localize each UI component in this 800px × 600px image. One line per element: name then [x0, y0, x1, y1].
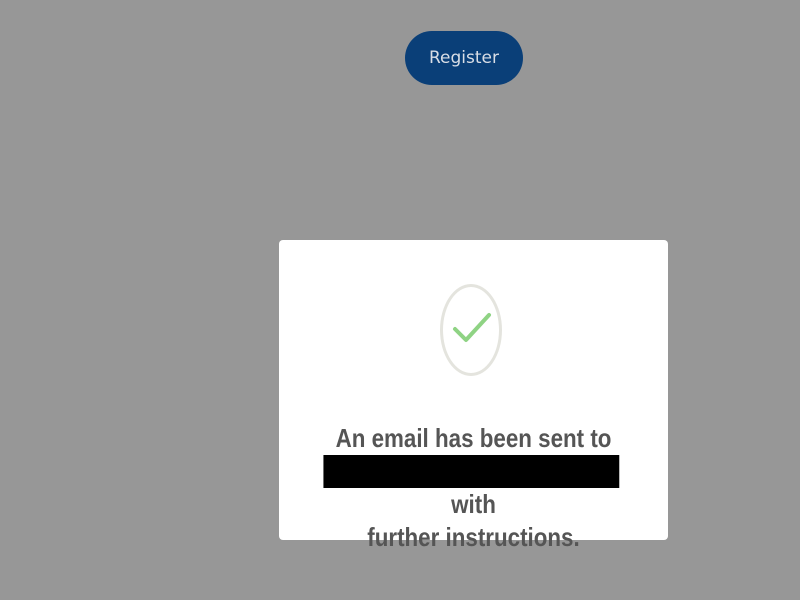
message-line-1: An email has been sent to	[335, 423, 612, 453]
message-line-2-suffix: with	[451, 489, 496, 519]
checkmark-icon	[453, 313, 491, 342]
page: Register An email has been sent to with …	[0, 0, 800, 600]
register-button[interactable]: Register	[405, 31, 523, 85]
success-circle	[440, 284, 502, 376]
redacted-email	[323, 455, 619, 488]
message-line-3: further instructions.	[367, 522, 580, 552]
confirmation-message: An email has been sent to with further i…	[306, 422, 641, 554]
message-line-2: with	[306, 455, 641, 521]
confirmation-dialog: An email has been sent to with further i…	[279, 240, 668, 552]
